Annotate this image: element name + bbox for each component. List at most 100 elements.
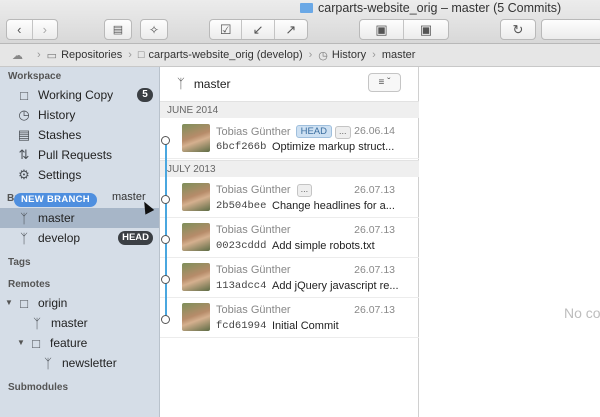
- sidebar-item-remote-newsletter[interactable]: ᛉ newsletter: [0, 353, 159, 373]
- forward-icon[interactable]: ›: [33, 20, 58, 39]
- chevron-right-icon: ›: [372, 49, 376, 61]
- breadcrumb-repositories[interactable]: ▭ Repositories: [47, 49, 123, 62]
- commit-hash: 6bcf266b: [216, 141, 267, 153]
- commit-hash: 2b504bee: [216, 200, 267, 212]
- refresh-button[interactable]: ↻: [500, 19, 536, 40]
- commit-author: Tobias Günther: [216, 184, 291, 196]
- breadcrumb-branch[interactable]: master: [382, 49, 416, 61]
- commit-date: 26.07.13: [354, 264, 395, 276]
- breadcrumb-repository[interactable]: □ carparts-website_orig (develop): [138, 49, 303, 61]
- sidebar-item-settings[interactable]: ⚙ Settings: [0, 165, 159, 185]
- folder-icon: □: [20, 295, 28, 311]
- remotes-header[interactable]: Remotes: [8, 279, 50, 290]
- clock-icon: ◷: [18, 107, 30, 122]
- avatar: [182, 124, 210, 152]
- window-title: carparts-website_orig – master (5 Commit…: [300, 1, 561, 15]
- folder-icon: [300, 3, 313, 13]
- new-branch-drag-ghost: NEW BRANCH: [14, 193, 97, 207]
- sidebar-item-label: master: [38, 211, 75, 225]
- sidebar-icon: ▤: [112, 24, 124, 36]
- sidebar-item-branch-master[interactable]: ᛉ master: [0, 208, 159, 228]
- sidebar-item-working-copy[interactable]: □ Working Copy 5: [0, 85, 159, 105]
- refresh-icon: ↻: [512, 21, 524, 37]
- sidebar-toggle-button[interactable]: ▤: [104, 19, 132, 40]
- commit-graph-node: [161, 315, 170, 324]
- back-icon[interactable]: ‹: [7, 20, 33, 39]
- cloud-icon[interactable]: ☁: [12, 49, 23, 62]
- sidebar-item-label: newsletter: [62, 356, 117, 370]
- commit-graph-node: [161, 136, 170, 145]
- sidebar-item-label: feature: [50, 336, 88, 350]
- branch-icon: ᛉ: [44, 355, 52, 371]
- stash-icon: ▤: [17, 127, 31, 142]
- commit-author: Tobias Günther: [216, 304, 291, 316]
- commit-row[interactable]: Tobias Günther 26.07.13 0023cddd Add sim…: [160, 218, 419, 258]
- sidebar-item-remote-feature[interactable]: □ feature: [0, 333, 159, 353]
- sidebar-item-pull-requests[interactable]: ⇅ Pull Requests: [0, 145, 159, 165]
- workspace-header: Workspace: [8, 71, 62, 82]
- hdd-icon: ▭: [46, 49, 58, 62]
- breadcrumb-history[interactable]: ◷ History: [318, 49, 366, 62]
- commit-date: 26.07.13: [354, 224, 395, 236]
- sidebar-item-branch-develop[interactable]: ᛉ develop HEAD: [0, 228, 159, 248]
- more-tags-button[interactable]: ...: [335, 126, 351, 139]
- clock-icon: ◷: [318, 49, 328, 62]
- chevron-right-icon: ›: [128, 49, 132, 61]
- pull-request-icon: ⇅: [18, 147, 30, 162]
- chevron-right-icon: ›: [308, 49, 313, 61]
- sidebar-item-label: master: [51, 316, 88, 330]
- drag-target-label: master: [112, 191, 146, 203]
- commit-row[interactable]: Tobias Günther 26.07.13 fcd61994 Initial…: [160, 298, 419, 338]
- magic-wand-button[interactable]: ✧: [140, 19, 168, 40]
- commit-hash: fcd61994: [216, 320, 267, 332]
- avatar: [182, 303, 210, 331]
- commit-graph-line: [165, 140, 167, 318]
- push-icon[interactable]: ↗: [275, 20, 307, 39]
- apply-stash-icon[interactable]: ▣: [404, 20, 448, 39]
- avatar: [182, 263, 210, 291]
- branch-icon: ᛉ: [20, 210, 28, 226]
- branch-icon: ᛉ: [20, 230, 28, 246]
- changes-count-badge: 5: [137, 88, 153, 102]
- commit-detail-pane: No co: [420, 67, 600, 417]
- sidebar-item-label: History: [38, 108, 76, 122]
- sidebar-item-label: develop: [38, 231, 81, 245]
- branch-icon: ᛉ: [177, 76, 185, 91]
- commit-author: Tobias Günther: [216, 264, 291, 276]
- tags-header[interactable]: Tags: [8, 257, 31, 268]
- commit-message: Initial Commit: [272, 320, 339, 332]
- commit-row[interactable]: Tobias Günther... 26.07.13 2b504bee Chan…: [160, 178, 419, 218]
- month-header: JUNE 2014: [160, 101, 419, 118]
- commit-icon[interactable]: ☑: [210, 20, 243, 39]
- stash-icon[interactable]: ▣: [360, 20, 405, 39]
- sidebar-item-label: origin: [38, 296, 68, 310]
- commit-date: 26.07.13: [354, 184, 395, 196]
- branch-icon: ᛉ: [33, 315, 41, 331]
- pull-icon[interactable]: ↙: [242, 20, 275, 39]
- commit-row[interactable]: Tobias Günther 26.07.13 113adcc4 Add jQu…: [160, 258, 419, 298]
- folder-icon: □: [20, 87, 28, 103]
- commit-message: Add simple robots.txt: [272, 240, 375, 252]
- history-list: ᛉ master ≡ ˇ JUNE 2014 Tobias Günther HEA…: [160, 67, 419, 417]
- commit-date: 26.07.13: [354, 304, 395, 316]
- more-tags-button[interactable]: ...: [296, 184, 313, 197]
- sidebar-item-stashes[interactable]: ▤ Stashes: [0, 125, 159, 145]
- month-header: JULY 2013: [160, 160, 419, 177]
- sidebar-item-remote-origin[interactable]: □ origin: [0, 293, 159, 313]
- head-tag: HEAD: [295, 125, 333, 138]
- chevron-right-icon: ›: [37, 49, 41, 61]
- commit-row[interactable]: Tobias Günther HEAD... 26.06.14 6bcf266b …: [160, 119, 419, 159]
- commit-hash: 0023cddd: [216, 240, 267, 252]
- commit-graph-node: [161, 195, 170, 204]
- magic-wand-icon: ✧: [148, 22, 160, 37]
- folder-icon: □: [137, 49, 145, 61]
- avatar: [182, 183, 210, 211]
- search-field[interactable]: [541, 19, 600, 40]
- commit-message: Add jQuery javascript re...: [272, 280, 399, 292]
- submodules-header[interactable]: Submodules: [8, 382, 68, 393]
- sidebar-item-history[interactable]: ◷ History: [0, 105, 159, 125]
- view-options-button[interactable]: ≡ ˇ: [368, 73, 401, 92]
- avatar: [182, 223, 210, 251]
- commit-graph-node: [161, 235, 170, 244]
- sidebar-item-remote-master[interactable]: ᛉ master: [0, 313, 159, 333]
